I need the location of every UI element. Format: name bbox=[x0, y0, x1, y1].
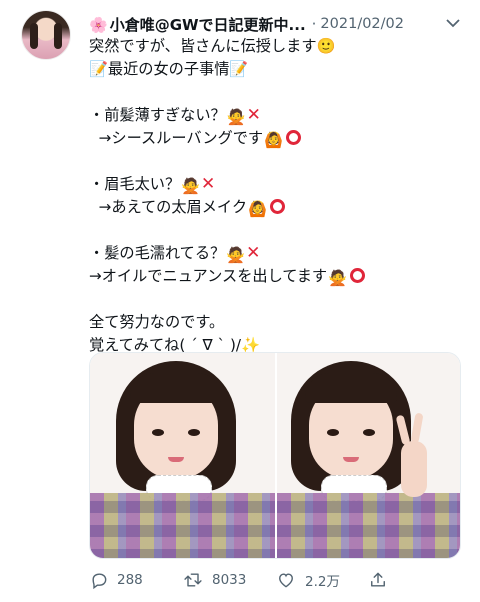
tweet-line: 突然ですが、皆さんに伝授します🙂 bbox=[89, 37, 336, 55]
display-name[interactable]: 🌸 小倉唯@GWで日記更新中... bbox=[89, 14, 306, 35]
like-icon bbox=[279, 573, 293, 588]
display-name-text: 小倉唯@GWで日記更新中... bbox=[109, 15, 306, 34]
person-gesturing-no-icon: 🙅 bbox=[226, 108, 246, 126]
person-gesturing-ok-icon: 🙆 bbox=[248, 200, 267, 218]
tweet-line: 全て努力なのです。 bbox=[89, 313, 225, 331]
circle-mark-icon bbox=[269, 199, 285, 214]
circle-mark-icon bbox=[350, 268, 366, 283]
person-gesturing-no-icon: 🙅 bbox=[328, 269, 348, 287]
reply-count: 288 bbox=[117, 572, 143, 588]
tweet-line: →シースルーバングです🙆 bbox=[89, 127, 461, 150]
tweet-media bbox=[89, 352, 461, 559]
tweet-line-text: →シースルーバングです bbox=[98, 129, 264, 147]
tweet-line: ・前髪薄すぎない？🙅✕ bbox=[89, 104, 461, 127]
separator-dot: · bbox=[311, 15, 317, 33]
share-button[interactable] bbox=[368, 570, 461, 590]
tweet-line-text: →あえての太眉メイク bbox=[98, 198, 248, 216]
cross-mark-icon: ✕ bbox=[201, 174, 216, 194]
reply-icon bbox=[92, 573, 107, 590]
like-count: 2.2万 bbox=[305, 574, 340, 590]
tweet-date[interactable]: 2021/02/02 bbox=[320, 16, 404, 32]
tweet-line-text: ・前髪薄すぎない？ bbox=[89, 106, 226, 124]
tweet-line: →オイルでニュアンスを出してます🙅 bbox=[89, 265, 461, 288]
share-icon bbox=[371, 572, 385, 587]
retweet-button[interactable]: 8033 bbox=[182, 570, 275, 590]
tweet-line: →あえての太眉メイク🙆 bbox=[89, 196, 461, 219]
tweet-photo-2[interactable] bbox=[275, 353, 460, 558]
tweet-line: ・髪の毛濡れてる？🙅✕ bbox=[89, 242, 461, 265]
tweet-actions: 288 8033 2.2万 bbox=[89, 567, 461, 593]
person-gesturing-no-icon: 🙅 bbox=[226, 246, 246, 264]
cross-mark-icon: ✕ bbox=[246, 243, 261, 263]
tweet-photo-1[interactable] bbox=[90, 353, 275, 558]
circle-mark-icon bbox=[286, 130, 302, 145]
retweet-count: 8033 bbox=[212, 572, 247, 588]
tweet-header: 🌸 小倉唯@GWで日記更新中... · 2021/02/02 bbox=[89, 13, 462, 35]
tweet-text: 突然ですが、皆さんに伝授します🙂 📝最近の女の子事情📝 ・前髪薄すぎない？🙅✕ … bbox=[89, 35, 461, 357]
person-gesturing-ok-icon: 🙆 bbox=[264, 131, 284, 149]
cross-mark-icon: ✕ bbox=[246, 105, 261, 125]
tweet-line-text: ・眉毛太い？ bbox=[89, 175, 181, 193]
tweet-line-text: ・髪の毛濡れてる？ bbox=[89, 244, 226, 262]
more-icon[interactable] bbox=[444, 15, 462, 31]
tweet-line-text: →オイルでニュアンスを出してます bbox=[89, 267, 328, 285]
tweet-line: ・眉毛太い？🙅✕ bbox=[89, 173, 461, 196]
person-gesturing-no-icon: 🙅 bbox=[181, 177, 201, 195]
reply-button[interactable]: 288 bbox=[89, 570, 182, 590]
profile-avatar[interactable] bbox=[21, 10, 71, 60]
flower-emoji: 🌸 bbox=[89, 15, 108, 34]
tweet-line: 📝最近の女の子事情📝 bbox=[89, 60, 249, 78]
like-button[interactable]: 2.2万 bbox=[275, 570, 368, 590]
retweet-icon bbox=[184, 573, 202, 587]
